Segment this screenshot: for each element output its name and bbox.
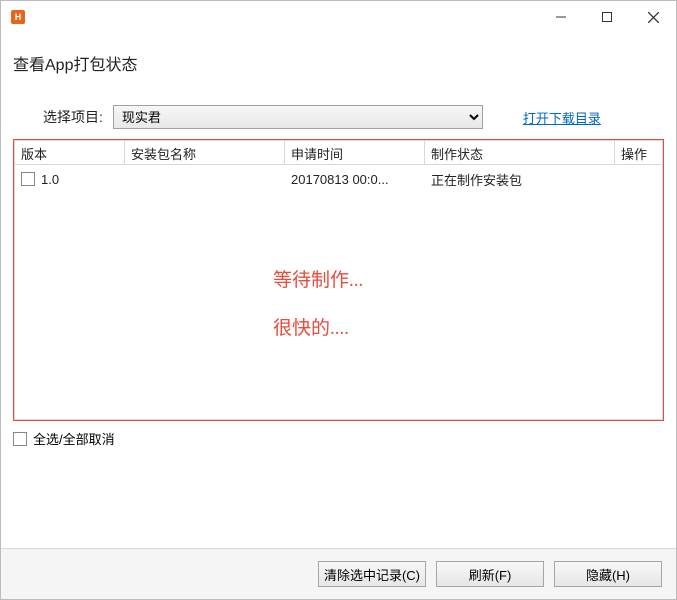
cell-version: 1.0: [15, 169, 125, 190]
titlebar: H: [1, 1, 676, 33]
cell-pkgname: [125, 176, 285, 182]
select-project-label: 选择项目:: [43, 107, 103, 127]
close-button[interactable]: [630, 1, 676, 33]
select-all-checkbox[interactable]: [13, 432, 27, 446]
cell-status: 正在制作安装包: [425, 167, 615, 192]
cell-action: [615, 176, 662, 182]
row-checkbox[interactable]: [21, 172, 35, 186]
project-select[interactable]: 现实君: [113, 105, 483, 129]
maximize-button[interactable]: [584, 1, 630, 33]
footer: 清除选中记录(C) 刷新(F) 隐藏(H): [1, 548, 676, 599]
col-header-time[interactable]: 申请时间: [285, 141, 425, 164]
hide-button[interactable]: 隐藏(H): [554, 561, 662, 587]
col-header-status[interactable]: 制作状态: [425, 141, 615, 164]
table-header: 版本 安装包名称 申请时间 制作状态 操作: [15, 141, 662, 165]
col-header-action[interactable]: 操作: [615, 141, 662, 164]
clear-selected-button[interactable]: 清除选中记录(C): [318, 561, 426, 587]
spacer: [1, 450, 676, 548]
select-all-row: 全选/全部取消: [1, 427, 676, 450]
header: 查看App打包状态: [1, 33, 676, 85]
select-all-label: 全选/全部取消: [33, 429, 115, 448]
app-window: H 查看App打包状态 选择项目: 现实君 打开下载目录 版本 安装包名称: [0, 0, 677, 600]
refresh-button[interactable]: 刷新(F): [436, 561, 544, 587]
minimize-button[interactable]: [538, 1, 584, 33]
app-icon-letter: H: [11, 10, 25, 24]
col-header-version[interactable]: 版本: [15, 141, 125, 164]
overlay-soon-text: 很快的....: [273, 313, 349, 340]
controls-row: 选择项目: 现实君 打开下载目录: [1, 85, 676, 137]
open-download-dir-link[interactable]: 打开下载目录: [523, 108, 601, 127]
page-title: 查看App打包状态: [13, 51, 664, 75]
col-header-pkgname[interactable]: 安装包名称: [125, 141, 285, 164]
overlay-waiting-text: 等待制作...: [273, 265, 363, 292]
app-icon: H: [9, 8, 27, 26]
table-inner: 版本 安装包名称 申请时间 制作状态 操作 1.0 20170813 00:0.…: [14, 140, 663, 420]
cell-version-text: 1.0: [41, 172, 59, 187]
table-container: 版本 安装包名称 申请时间 制作状态 操作 1.0 20170813 00:0.…: [13, 139, 664, 421]
cell-time: 20170813 00:0...: [285, 169, 425, 190]
window-controls: [538, 1, 676, 33]
table-row[interactable]: 1.0 20170813 00:0... 正在制作安装包: [15, 165, 662, 193]
